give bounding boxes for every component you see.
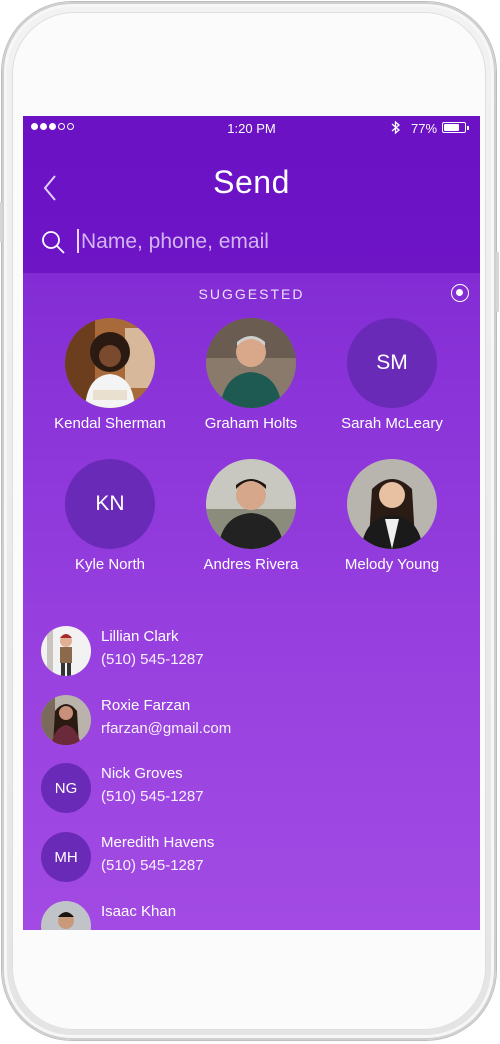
list-item[interactable]: Isaac Khan bbox=[41, 901, 461, 930]
suggested-contact[interactable]: Andres Rivera bbox=[181, 459, 321, 573]
battery-icon bbox=[442, 122, 469, 133]
avatar bbox=[41, 626, 91, 676]
status-bar: 1:20 PM 77% bbox=[23, 116, 480, 140]
list-item[interactable]: MH Meredith Havens (510) 545-1287 bbox=[41, 832, 461, 884]
contact-name: Sarah McLeary bbox=[341, 415, 443, 432]
list-item[interactable]: Roxie Farzan rfarzan@gmail.com bbox=[41, 695, 461, 747]
contact-name: Isaac Khan bbox=[101, 903, 177, 920]
battery-percent: 77% bbox=[411, 121, 438, 136]
contact-name: Graham Holts bbox=[204, 415, 298, 432]
avatar-initials: MH bbox=[41, 832, 91, 882]
avatar-initials: SM bbox=[347, 318, 437, 408]
contact-name: Nick Groves bbox=[101, 765, 183, 782]
list-item[interactable]: Lillian Clark (510) 545-1287 bbox=[41, 626, 461, 678]
contact-name: Meredith Havens bbox=[101, 834, 215, 851]
avatar-initials: KN bbox=[65, 459, 155, 549]
suggested-contact[interactable]: Melody Young bbox=[322, 459, 462, 573]
contact-detail: rfarzan@gmail.com bbox=[101, 720, 232, 737]
volume-button bbox=[0, 202, 2, 242]
avatar bbox=[347, 459, 437, 549]
avatar bbox=[41, 695, 91, 745]
suggested-contact[interactable]: Graham Holts bbox=[181, 318, 321, 432]
suggested-section-title: SUGGESTED bbox=[198, 286, 305, 302]
search-bar[interactable] bbox=[41, 224, 461, 260]
contact-detail: (510) 545-1287 bbox=[101, 651, 204, 668]
contact-name: Lillian Clark bbox=[101, 628, 179, 645]
header: 1:20 PM 77% Send bbox=[23, 116, 480, 273]
search-icon bbox=[41, 230, 65, 254]
avatar bbox=[41, 901, 91, 930]
power-button bbox=[496, 252, 499, 312]
contact-name: Kendal Sherman bbox=[54, 415, 166, 432]
contact-name: Roxie Farzan bbox=[101, 697, 191, 714]
contact-name: Melody Young bbox=[344, 556, 440, 573]
contact-detail: (510) 545-1287 bbox=[101, 857, 204, 874]
bluetooth-icon bbox=[391, 120, 401, 135]
suggested-contact[interactable]: KN Kyle North bbox=[40, 459, 180, 573]
avatar bbox=[206, 318, 296, 408]
contact-name: Andres Rivera bbox=[203, 556, 299, 573]
avatar-initials: NG bbox=[41, 763, 91, 813]
avatar bbox=[206, 459, 296, 549]
contact-detail: (510) 545-1287 bbox=[101, 788, 204, 805]
radio-toggle[interactable] bbox=[451, 284, 469, 302]
screen: 1:20 PM 77% Send SUGGESTED bbox=[23, 116, 480, 930]
contact-name: Kyle North bbox=[74, 556, 146, 573]
list-item[interactable]: NG Nick Groves (510) 545-1287 bbox=[41, 763, 461, 815]
search-input[interactable] bbox=[79, 226, 453, 258]
suggested-contact[interactable]: Kendal Sherman bbox=[40, 318, 180, 432]
page-title: Send bbox=[213, 164, 290, 200]
avatar bbox=[65, 318, 155, 408]
suggested-contact[interactable]: SM Sarah McLeary bbox=[322, 318, 462, 432]
